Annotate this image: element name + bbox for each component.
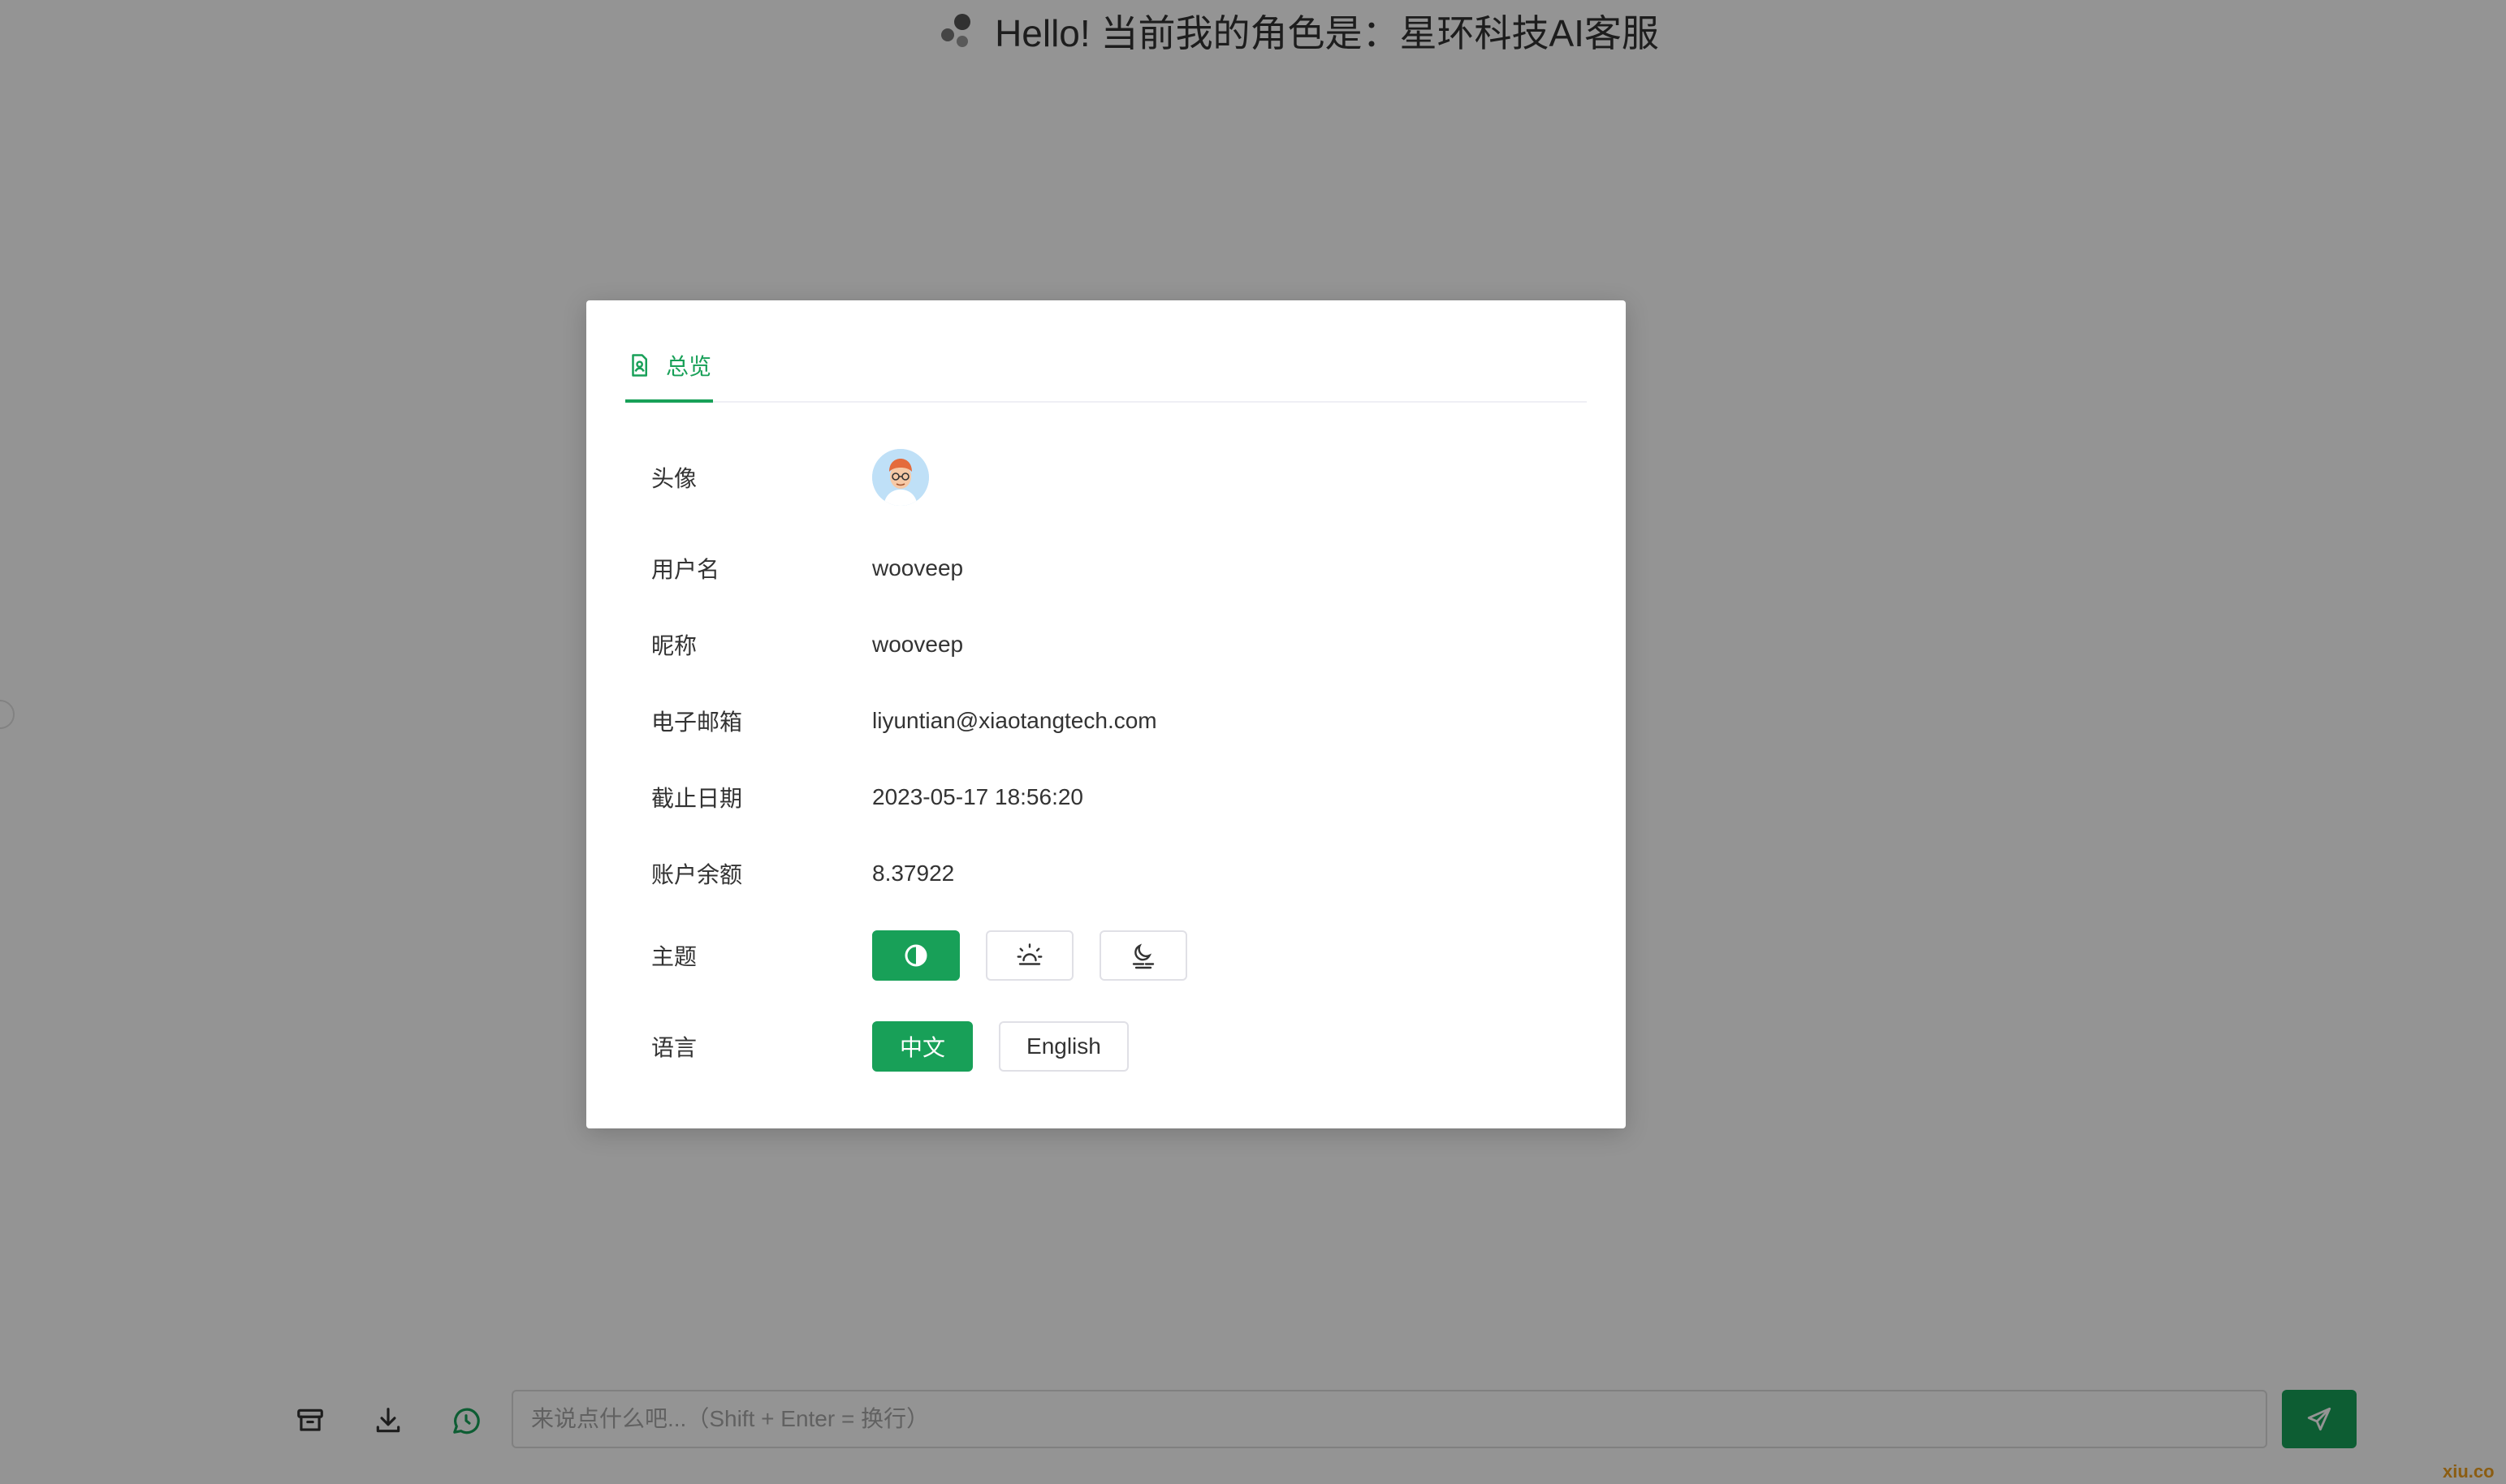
balance-value: 8.37922 [872, 861, 955, 886]
moon-icon [1132, 943, 1155, 969]
language-row: 语言 中文 English [651, 1020, 1587, 1073]
avatar[interactable] [872, 449, 929, 506]
expiry-row: 截止日期 2023-05-17 18:56:20 [651, 778, 1587, 817]
tab-overview-label: 总览 [666, 354, 712, 379]
username-label: 用户名 [651, 557, 720, 582]
balance-row: 账户余额 8.37922 [651, 854, 1587, 893]
theme-auto-button[interactable] [872, 930, 960, 981]
theme-dark-button[interactable] [1100, 930, 1187, 981]
nickname-label: 昵称 [651, 633, 698, 658]
email-row: 电子邮箱 liyuntian@xiaotangtech.com [651, 701, 1587, 740]
sun-icon [1017, 943, 1043, 965]
modal-tabs: 总览 [625, 300, 1587, 403]
avatar-row: 头像 [651, 446, 1587, 508]
nickname-value: wooveep [872, 632, 964, 657]
theme-row: 主题 [651, 929, 1587, 982]
expiry-value: 2023-05-17 18:56:20 [872, 784, 1083, 809]
auto-contrast-icon [905, 944, 927, 967]
document-user-icon [632, 354, 647, 377]
theme-options [872, 930, 1187, 981]
email-value: liyuntian@xiaotangtech.com [872, 708, 1157, 733]
avatar-label: 头像 [651, 466, 698, 491]
theme-label: 主题 [651, 944, 698, 969]
username-row: 用户名 wooveep [651, 549, 1587, 588]
theme-light-button[interactable] [986, 930, 1074, 981]
account-settings-modal: 总览 头像 用户名 wooveep 昵称 wooveep 电子邮箱 liyunt… [586, 300, 1626, 1128]
language-label: 语言 [651, 1035, 698, 1060]
chat-page: Hello! 当前我的角色是：星环科技AI客服 来说点什么吧...（Shift … [0, 0, 2506, 1484]
avatar-value [872, 449, 929, 506]
username-value: wooveep [872, 555, 964, 580]
tab-overview[interactable]: 总览 [625, 349, 714, 403]
nickname-row: 昵称 wooveep [651, 625, 1587, 664]
language-chinese-button[interactable]: 中文 [872, 1021, 974, 1072]
balance-label: 账户余额 [651, 862, 743, 887]
language-options: 中文 English [872, 1021, 1129, 1072]
language-english-button[interactable]: English [999, 1021, 1129, 1072]
email-label: 电子邮箱 [651, 710, 743, 735]
expiry-label: 截止日期 [651, 786, 743, 811]
